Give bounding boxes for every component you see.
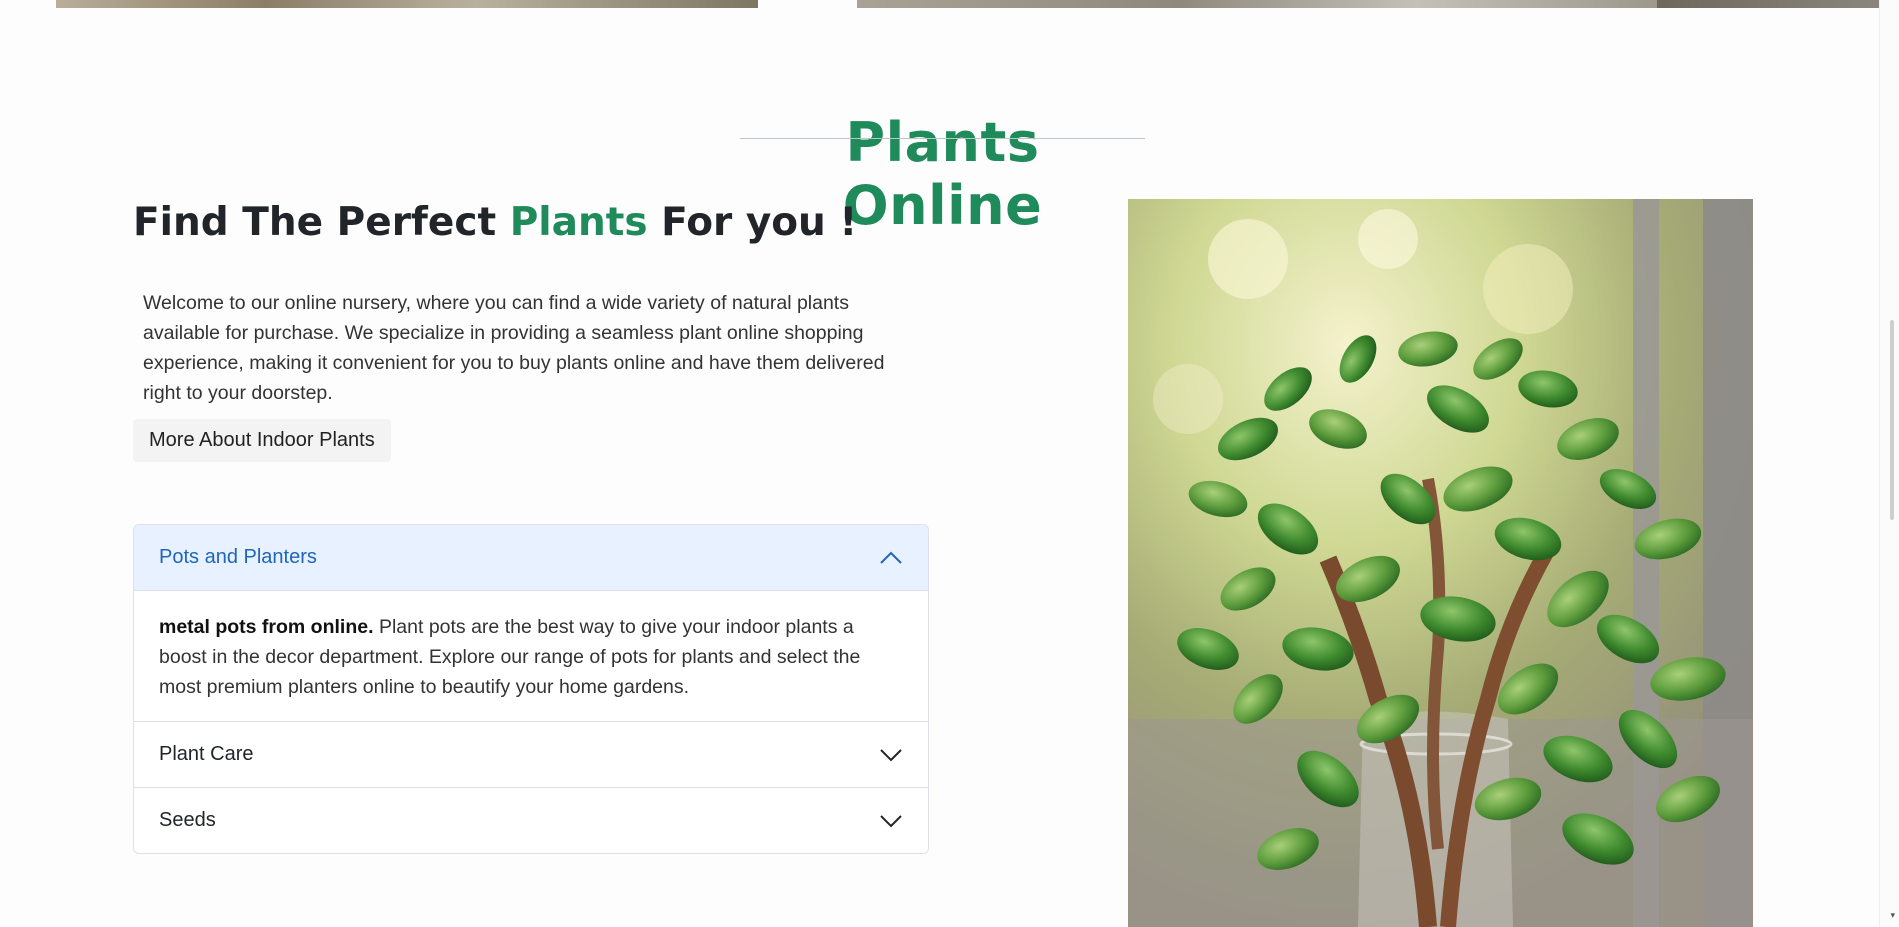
accordion-item-plant-care: Plant Care bbox=[134, 721, 928, 787]
headline-text-after: For you ! bbox=[647, 200, 858, 245]
more-about-indoor-plants-button[interactable]: More About Indoor Plants bbox=[133, 419, 391, 462]
headline-accent-word: Plants bbox=[509, 200, 648, 245]
accordion-body-bold: metal pots from online. bbox=[159, 616, 374, 638]
strip-image-3 bbox=[1657, 0, 1880, 8]
accordion-label: Seeds bbox=[159, 809, 216, 831]
accordion-body-pots-and-planters: metal pots from online. Plant pots are t… bbox=[134, 591, 928, 721]
accordion-label: Pots and Planters bbox=[159, 546, 317, 568]
accordion-header-pots-and-planters[interactable]: Pots and Planters bbox=[134, 525, 928, 591]
accordion-label: Plant Care bbox=[159, 743, 254, 765]
plant-illustration bbox=[1128, 199, 1753, 927]
accordion-item-pots-and-planters: Pots and Planters metal pots from online… bbox=[134, 525, 928, 721]
hero-intro-paragraph: Welcome to our online nursery, where you… bbox=[143, 291, 885, 404]
hero-headline: Find The Perfect Plants For you ! bbox=[133, 200, 857, 245]
chevron-up-icon bbox=[880, 551, 902, 564]
chevron-down-icon bbox=[880, 814, 902, 827]
title-underline bbox=[740, 138, 1145, 139]
faq-accordion: Pots and Planters metal pots from online… bbox=[133, 524, 929, 854]
accordion-item-seeds: Seeds bbox=[134, 787, 928, 853]
chevron-down-icon bbox=[880, 748, 902, 761]
page-scrollbar[interactable]: ▾ bbox=[1879, 0, 1899, 927]
headline-text-before: Find The Perfect bbox=[133, 200, 510, 245]
scrollbar-thumb[interactable] bbox=[1890, 320, 1894, 520]
accordion-header-plant-care[interactable]: Plant Care bbox=[134, 721, 928, 787]
jade-plant-photo bbox=[1128, 199, 1753, 927]
scroll-down-arrow-icon[interactable]: ▾ bbox=[1890, 910, 1895, 921]
previous-section-image-strip bbox=[0, 0, 1880, 8]
strip-image-1 bbox=[56, 0, 758, 8]
strip-image-2 bbox=[857, 0, 1657, 8]
accordion-header-seeds[interactable]: Seeds bbox=[134, 787, 928, 853]
